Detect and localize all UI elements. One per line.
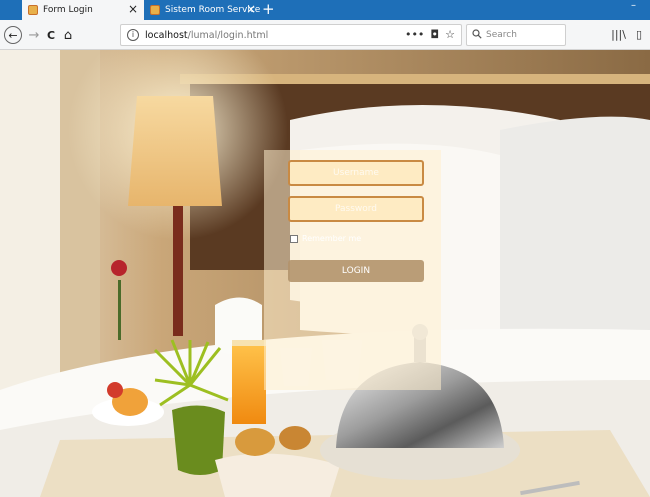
back-button[interactable]: ←	[4, 26, 22, 44]
page-favicon-icon	[28, 5, 38, 15]
sidebar-icon[interactable]: ▯	[636, 28, 642, 41]
bookmark-star-icon[interactable]: ☆	[445, 28, 455, 41]
tab-close-icon[interactable]: ×	[128, 3, 138, 15]
username-input[interactable]	[288, 160, 424, 186]
search-bar[interactable]	[466, 24, 566, 46]
search-icon	[472, 28, 482, 42]
remember-me-checkbox[interactable]	[290, 234, 298, 243]
toolbar-right: |||\ ▯	[611, 28, 642, 41]
page-viewport: Remember me LOGIN	[0, 50, 650, 497]
search-input[interactable]	[486, 30, 556, 40]
page-actions-icon[interactable]: •••	[405, 28, 424, 41]
page-favicon-icon	[150, 5, 160, 15]
tab-sistem-room-service[interactable]: Sistem Room Service ×	[144, 0, 262, 20]
pocket-icon[interactable]: ◘	[430, 28, 439, 41]
new-tab-button[interactable]: +	[262, 1, 275, 17]
url-path: /lumal/login.html	[187, 29, 269, 41]
login-button[interactable]: LOGIN	[288, 260, 424, 282]
password-input[interactable]	[288, 196, 424, 222]
tab-strip: Form Login × Sistem Room Service × + –	[0, 0, 650, 20]
tab-form-login[interactable]: Form Login ×	[22, 0, 144, 20]
home-button[interactable]: ⌂	[61, 26, 75, 44]
remember-me-label: Remember me	[302, 234, 362, 243]
tab-title: Form Login	[43, 5, 93, 15]
remember-me-row[interactable]: Remember me	[290, 234, 361, 243]
navigation-bar: ← → C ⌂ i localhost/lumal/login.html •••…	[0, 20, 650, 50]
forward-button[interactable]: →	[28, 26, 40, 44]
site-info-icon[interactable]: i	[127, 29, 139, 41]
reload-button[interactable]: C	[44, 26, 58, 44]
login-form: Remember me LOGIN	[264, 150, 441, 390]
url-host: localhost	[145, 29, 188, 41]
minimize-button[interactable]: –	[631, 0, 636, 11]
address-bar-actions: ••• ◘ ☆	[405, 28, 455, 41]
library-icon[interactable]: |||\	[611, 28, 626, 41]
address-bar[interactable]: i localhost/lumal/login.html ••• ◘ ☆	[120, 24, 462, 46]
tab-close-icon[interactable]: ×	[246, 3, 256, 15]
